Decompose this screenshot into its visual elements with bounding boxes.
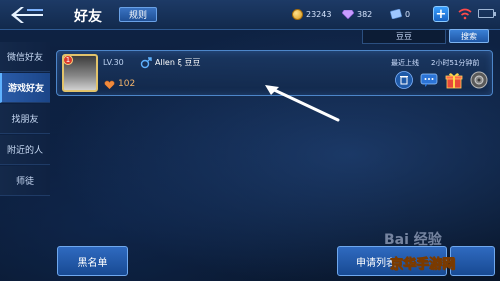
player-name: Allen ξ 豆豆 (155, 58, 201, 67)
sidebar-item-nearby[interactable]: 附近的人 (0, 135, 50, 165)
intimacy-heart-icon (104, 80, 115, 90)
sidebar-item-mentor[interactable]: 师徒 (0, 166, 50, 196)
blacklist-button[interactable]: 黑名单 (57, 246, 128, 276)
last-online-label: 最近上线 (391, 59, 419, 67)
delete-friend-button[interactable] (395, 71, 413, 89)
baidu-watermark: Bai 经验 (384, 232, 442, 248)
battery-icon (478, 9, 496, 18)
diamond-icon (342, 9, 354, 19)
gold-amount: 23243 (306, 9, 332, 19)
spectate-button[interactable] (470, 71, 488, 89)
chat-button[interactable] (420, 71, 438, 89)
page-title: 好友 (74, 9, 102, 25)
trash-icon (395, 71, 413, 89)
player-level: LV.30 (103, 58, 124, 67)
ticket-icon (390, 9, 402, 19)
sidebar: 微信好友 游戏好友 找朋友 附近的人 师徒 (0, 40, 50, 200)
male-gender-icon (140, 57, 152, 69)
sidebar-item-find-friends[interactable]: 找朋友 (0, 104, 50, 134)
search-button[interactable]: 搜索 (449, 29, 489, 43)
avatar[interactable]: 1 (62, 54, 98, 92)
intimacy-value: 102 (118, 79, 136, 89)
gear-icon (470, 71, 488, 89)
rank-badge: 1 (64, 56, 73, 65)
diamond-amount: 382 (357, 9, 373, 19)
back-arrow-icon (11, 7, 43, 23)
recharge-plus-button[interactable]: + (433, 6, 449, 22)
site-watermark: 京华手游网 (390, 257, 456, 273)
last-online-time: 2小时51分钟前 (431, 59, 480, 67)
diamond-counter: 382 (342, 6, 372, 22)
search-input[interactable]: 豆豆 (362, 30, 446, 44)
bottom-right-button[interactable] (450, 246, 495, 276)
gold-coin-icon (292, 8, 303, 20)
sidebar-item-game-friends[interactable]: 游戏好友 (0, 73, 50, 103)
send-gift-button[interactable] (445, 71, 463, 89)
wifi-icon (458, 8, 472, 20)
gold-counter: 23243 (292, 6, 331, 22)
back-button[interactable] (6, 4, 48, 26)
annotation-arrow-icon (265, 85, 340, 122)
rules-button[interactable]: 规则 (119, 7, 157, 22)
gift-icon (445, 73, 463, 89)
ticket-amount: 0 (405, 9, 411, 19)
chat-bubble-icon (420, 73, 438, 87)
ticket-counter: 0 (390, 6, 410, 22)
sidebar-item-wechat-friends[interactable]: 微信好友 (0, 42, 50, 72)
top-bar: 好友 规则 23243 382 0 + (0, 0, 500, 30)
